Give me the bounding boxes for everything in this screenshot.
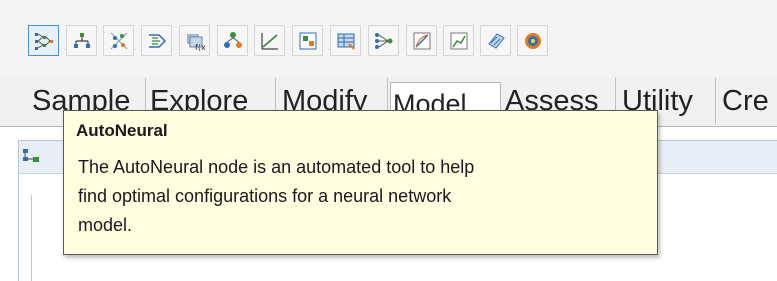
diagram-icon (23, 149, 39, 162)
tooltip-line: The AutoNeural node is an automated tool… (78, 157, 475, 177)
function-icon: f(x) (187, 34, 206, 52)
tree-grid-icon (337, 33, 355, 50)
model-compare-icon (413, 32, 431, 50)
tree-icon (74, 33, 90, 48)
decision-tree-tool-button[interactable] (292, 25, 323, 56)
regression-icon (261, 33, 278, 50)
autoneural-icon (35, 33, 53, 50)
tooltip-title: AutoNeural (76, 121, 168, 140)
grid-scatter-icon (110, 32, 128, 50)
filter-tool-button[interactable] (103, 25, 134, 56)
impute-tool-button[interactable]: f(x) (179, 25, 210, 56)
tree-grid-tool-button[interactable] (330, 25, 361, 56)
cluster-icon (224, 32, 242, 48)
transform-icon (149, 34, 167, 48)
svg-text:f(x): f(x) (195, 43, 206, 52)
autoneural-tooltip: AutoNeural The AutoNeural node is an aut… (63, 110, 658, 255)
neural-network-tool-button[interactable] (368, 25, 399, 56)
ensemble-tool-button[interactable] (517, 25, 548, 56)
dmneural-icon (488, 33, 505, 49)
tab-credit[interactable]: Cre (720, 78, 777, 124)
sample-tool-button[interactable] (66, 25, 97, 56)
dmneural-tool-button[interactable] (480, 25, 511, 56)
ensemble-icon (525, 33, 541, 49)
neural-network-icon (375, 33, 393, 49)
node-toolbar: f(x) (0, 0, 777, 77)
autoneural-tool-button[interactable] (28, 25, 59, 56)
regression-tool-button[interactable] (254, 25, 285, 56)
score-chart-icon (450, 32, 468, 50)
decision-tree-icon (299, 32, 317, 50)
tooltip-line: find optimal configurations for a neural… (78, 186, 452, 206)
tooltip-description: The AutoNeural node is an automated tool… (78, 153, 638, 240)
tooltip-line: model. (78, 215, 133, 235)
transform-tool-button[interactable] (141, 25, 172, 56)
score-chart-tool-button[interactable] (443, 25, 474, 56)
model-compare-tool-button[interactable] (406, 25, 437, 56)
cluster-tool-button[interactable] (217, 25, 248, 56)
